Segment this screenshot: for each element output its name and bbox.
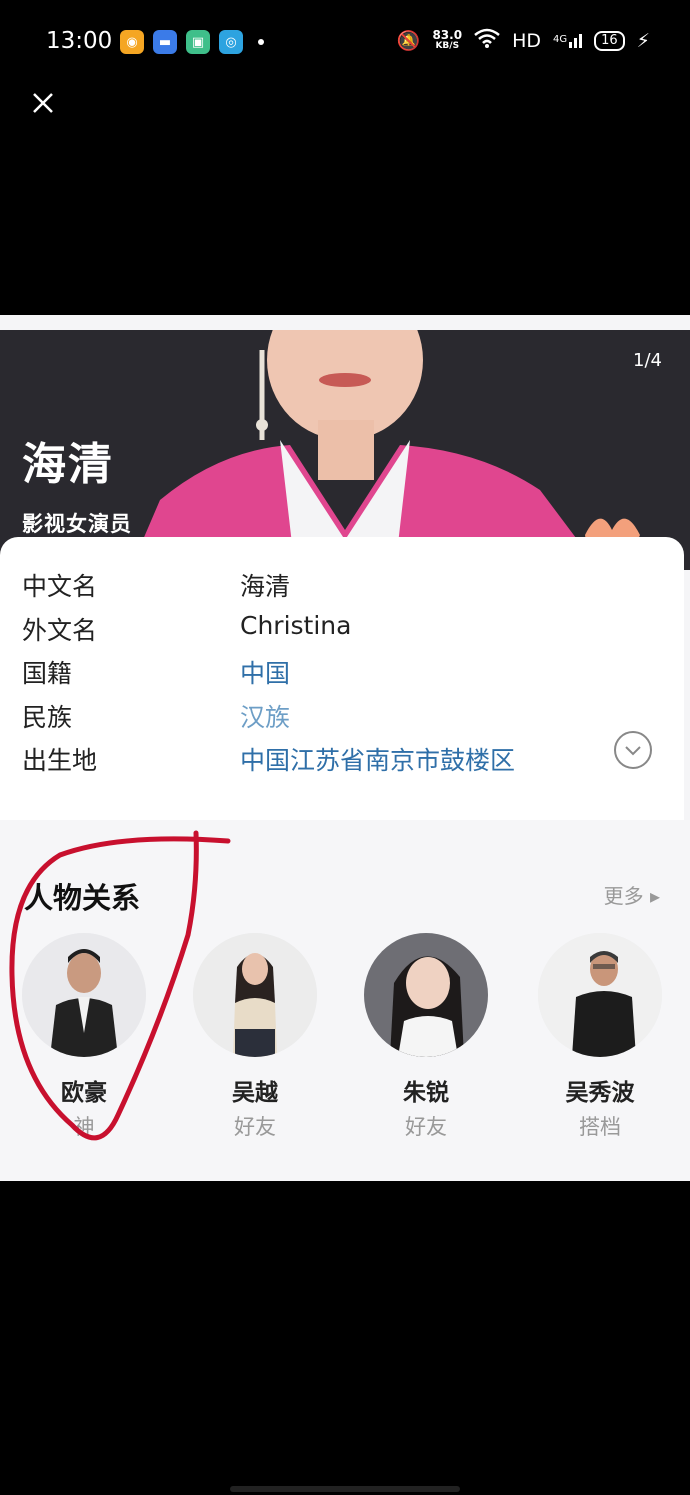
net-speed-value: 83.0 bbox=[432, 27, 463, 42]
signal-icon: 4G bbox=[552, 33, 583, 48]
expand-chevron-icon[interactable] bbox=[614, 731, 652, 769]
message-icon: ▬ bbox=[153, 30, 177, 54]
profile-screenshot: 1/4 海清 影视女演员 中文名 海清 外文名 Christina 国籍 中国 … bbox=[0, 315, 690, 1181]
close-button[interactable] bbox=[26, 86, 60, 120]
person-occupation: 影视女演员 bbox=[22, 512, 132, 536]
nationality-link[interactable]: 中国 bbox=[240, 654, 290, 690]
info-label: 出生地 bbox=[22, 746, 98, 775]
info-value: 海清 bbox=[240, 572, 291, 601]
close-icon bbox=[33, 93, 53, 113]
info-row-chinese-name: 中文名 海清 bbox=[22, 567, 290, 603]
network-type: HD bbox=[512, 29, 541, 52]
wifi-icon bbox=[474, 28, 500, 53]
signal-type: 4G bbox=[552, 33, 568, 45]
mute-icon: 🔕 bbox=[396, 30, 421, 52]
info-row-ethnicity: 民族 汉族 bbox=[22, 698, 290, 734]
info-card: 中文名 海清 外文名 Christina 国籍 中国 民族 汉族 出生地 中国江… bbox=[0, 537, 684, 822]
info-value: Christina bbox=[240, 611, 352, 640]
banner-image[interactable]: 1/4 海清 影视女演员 bbox=[0, 330, 690, 570]
battery-icon: 16 bbox=[594, 30, 625, 51]
home-indicator[interactable] bbox=[230, 1486, 460, 1492]
battery-level: 16 bbox=[601, 32, 618, 48]
more-notifications-icon bbox=[258, 39, 264, 45]
person-name: 海清 bbox=[22, 439, 114, 490]
net-speed: 83.0 KB/S bbox=[432, 27, 463, 52]
status-bar: 13:00 ◉ ▬ ▣ ◎ 🔕 83.0 KB/S HD 4G 16 ⚡ bbox=[0, 0, 690, 84]
info-label: 国籍 bbox=[22, 659, 73, 688]
info-row-foreign-name: 外文名 Christina bbox=[22, 611, 351, 647]
info-row-birthplace: 出生地 中国江苏省南京市鼓楼区 bbox=[22, 741, 515, 777]
ethnicity-link[interactable]: 汉族 bbox=[240, 698, 290, 734]
status-indicators: 🔕 83.0 KB/S HD 4G 16 ⚡ bbox=[397, 28, 650, 53]
info-label: 民族 bbox=[22, 703, 73, 732]
image-counter: 1/4 bbox=[633, 350, 662, 371]
charging-icon: ⚡ bbox=[636, 29, 650, 52]
weibo-icon: ◉ bbox=[120, 30, 144, 54]
status-time: 13:00 bbox=[46, 28, 113, 54]
red-annotation-circle bbox=[9, 830, 231, 1141]
info-label: 中文名 bbox=[22, 572, 98, 601]
birthplace-link[interactable]: 中国江苏省南京市鼓楼区 bbox=[240, 741, 515, 777]
gallery-icon: ▣ bbox=[186, 30, 210, 54]
browser-icon: ◎ bbox=[219, 30, 243, 54]
info-label: 外文名 bbox=[22, 616, 98, 645]
notification-icons: ◉ ▬ ▣ ◎ bbox=[120, 30, 264, 54]
info-row-nationality: 国籍 中国 bbox=[22, 654, 290, 690]
net-speed-unit: KB/S bbox=[435, 40, 460, 51]
